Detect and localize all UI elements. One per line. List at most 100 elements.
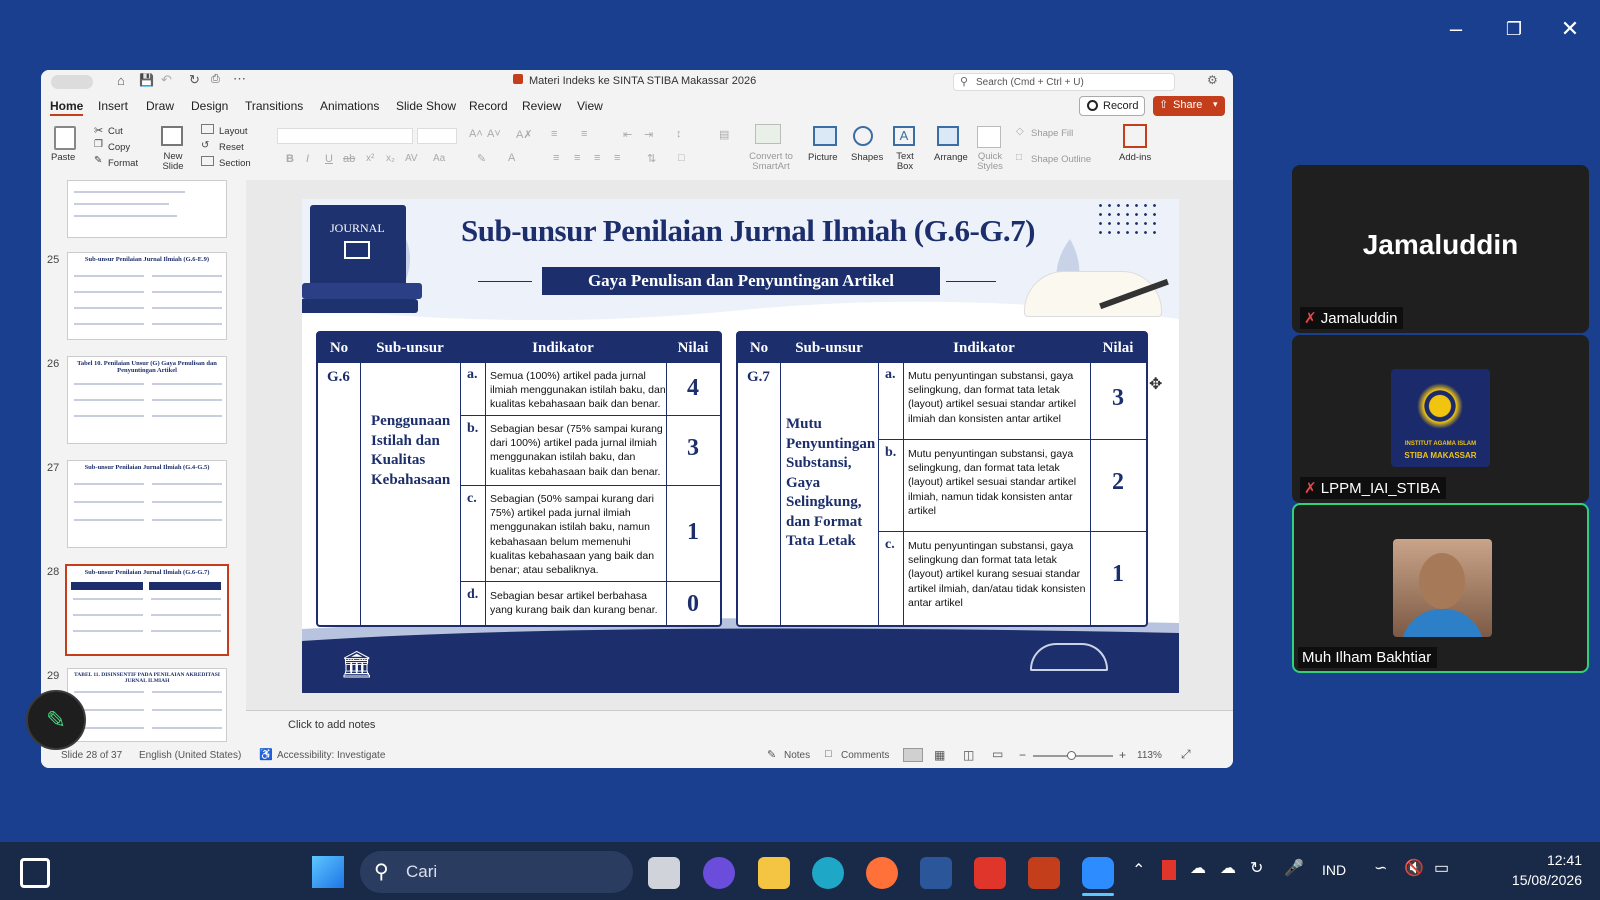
firefox-icon[interactable] bbox=[866, 857, 898, 889]
refresh-icon[interactable]: ↻ bbox=[1250, 858, 1263, 878]
tab-design[interactable]: Design bbox=[191, 99, 228, 113]
text-direction-icon[interactable]: ⇅ bbox=[647, 152, 656, 165]
new-slide-label[interactable]: New Slide bbox=[157, 152, 189, 172]
smartart-icon[interactable] bbox=[755, 124, 781, 144]
cut-icon[interactable]: ✂ bbox=[94, 124, 103, 137]
taskbar-search[interactable]: ⚲ Cari bbox=[360, 851, 633, 893]
slide-thumbnail-24[interactable] bbox=[67, 180, 227, 238]
superscript-icon[interactable]: x² bbox=[366, 153, 374, 164]
font-size-select[interactable] bbox=[417, 128, 457, 144]
battery-icon[interactable]: ▭ bbox=[1434, 858, 1449, 878]
clock-time[interactable]: 12:41 bbox=[1492, 852, 1582, 868]
zoom-level[interactable]: 113% bbox=[1137, 750, 1162, 761]
cut-label[interactable]: Cut bbox=[108, 126, 123, 137]
shapes-label[interactable]: Shapes bbox=[851, 152, 883, 163]
more-icon[interactable]: ⋯ bbox=[233, 71, 246, 87]
zoom-out-icon[interactable]: − bbox=[1019, 748, 1026, 762]
subscript-icon[interactable]: x₂ bbox=[386, 153, 395, 164]
tab-slide-show[interactable]: Slide Show bbox=[396, 99, 456, 113]
convert-smartart-label[interactable]: Convert to SmartArt bbox=[745, 152, 797, 172]
bold-icon[interactable]: B bbox=[286, 153, 294, 165]
language-status[interactable]: English (United States) bbox=[139, 750, 241, 761]
accessibility-status[interactable]: Accessibility: Investigate bbox=[277, 750, 385, 761]
search-box[interactable]: ⚲ Search (Cmd + Ctrl + U) bbox=[953, 73, 1175, 91]
slide-sorter-icon[interactable]: ▦ bbox=[934, 748, 945, 762]
slide-thumbnail-28-selected[interactable]: Sub-unsur Penilaian Jurnal Ilmiah (G.6-G… bbox=[65, 564, 229, 656]
grow-font-icon[interactable]: A˄ bbox=[469, 128, 483, 140]
highlight-icon[interactable]: ✎ bbox=[477, 152, 486, 165]
cloud-sync-icon[interactable]: ☁ bbox=[1220, 858, 1236, 878]
notes-placeholder[interactable]: Click to add notes bbox=[288, 719, 375, 731]
shape-outline-label[interactable]: Shape Outline bbox=[1031, 154, 1091, 165]
notes-button[interactable]: Notes bbox=[784, 750, 810, 761]
copy-icon[interactable]: ❐ bbox=[94, 139, 103, 150]
clock-date[interactable]: 15/08/2026 bbox=[1482, 872, 1582, 888]
quick-styles-label[interactable]: Quick Styles bbox=[975, 152, 1005, 172]
print-icon[interactable]: ⎙ bbox=[211, 73, 220, 86]
home-icon[interactable]: ⌂ bbox=[117, 73, 125, 88]
onedrive-icon[interactable]: ☁ bbox=[1190, 858, 1206, 878]
paste-icon[interactable] bbox=[54, 126, 76, 150]
slideshow-icon[interactable]: ▭ bbox=[992, 747, 1003, 761]
account-icon[interactable]: ⚙ bbox=[1207, 73, 1218, 87]
zoom-active-tile[interactable]: Muh Ilham Bakhtiar bbox=[1292, 503, 1589, 673]
format-label[interactable]: Format bbox=[108, 158, 138, 169]
picture-label[interactable]: Picture bbox=[808, 152, 838, 163]
section-icon[interactable] bbox=[201, 156, 214, 166]
tab-insert[interactable]: Insert bbox=[98, 99, 128, 113]
copy-label[interactable]: Copy bbox=[108, 142, 130, 153]
chevron-up-icon[interactable]: ⌃ bbox=[1132, 860, 1145, 880]
align-left-icon[interactable]: ≡ bbox=[553, 152, 559, 164]
change-case-icon[interactable]: Aa bbox=[433, 153, 445, 164]
restore-button[interactable]: ❐ bbox=[1496, 14, 1532, 44]
tab-draw[interactable]: Draw bbox=[146, 99, 174, 113]
powerpoint-icon[interactable] bbox=[1028, 857, 1060, 889]
bullets-icon[interactable]: ≡ bbox=[551, 128, 557, 140]
italic-icon[interactable]: I bbox=[306, 153, 309, 165]
format-painter-icon[interactable]: ✎ bbox=[94, 155, 102, 166]
slide-thumbnail-29[interactable]: TABEL 11. DISINSENTIF PADA PENILAIAN AKR… bbox=[67, 668, 227, 742]
fit-slide-icon[interactable]: ⤢ bbox=[1181, 747, 1191, 762]
zoom-participant-tile[interactable]: INSTITUT AGAMA ISLAM STIBA MAKASSAR ✗ LP… bbox=[1292, 335, 1589, 503]
text-box-icon[interactable]: A bbox=[893, 126, 915, 146]
zoom-in-icon[interactable]: + bbox=[1119, 748, 1126, 762]
increase-indent-icon[interactable]: ⇥ bbox=[644, 128, 653, 141]
input-language[interactable]: IND bbox=[1322, 862, 1346, 878]
align-center-icon[interactable]: ≡ bbox=[574, 152, 580, 164]
font-color-icon[interactable]: A bbox=[508, 152, 515, 164]
shape-fill-label[interactable]: Shape Fill bbox=[1031, 128, 1073, 139]
arrange-label[interactable]: Arrange bbox=[934, 152, 968, 163]
picture-icon[interactable] bbox=[813, 126, 837, 146]
share-button[interactable]: ⇧ Share ▾ bbox=[1153, 96, 1225, 116]
comments-button[interactable]: Comments bbox=[841, 750, 889, 761]
record-button[interactable]: Record bbox=[1079, 96, 1145, 116]
tab-animations[interactable]: Animations bbox=[320, 99, 379, 113]
quick-styles-icon[interactable] bbox=[977, 126, 1001, 148]
teams-icon[interactable] bbox=[703, 857, 735, 889]
layout-label[interactable]: Layout bbox=[219, 126, 248, 137]
reading-view-icon[interactable]: ◫ bbox=[963, 748, 974, 762]
tab-record[interactable]: Record bbox=[469, 99, 508, 113]
reset-icon[interactable]: ↺ bbox=[201, 140, 209, 151]
zoom-speaker-tile[interactable]: Jamaluddin ✗ Jamaluddin bbox=[1292, 165, 1589, 333]
line-spacing-icon[interactable]: ↕ bbox=[676, 128, 682, 140]
word-icon[interactable] bbox=[920, 857, 952, 889]
start-icon[interactable] bbox=[312, 856, 344, 888]
char-spacing-icon[interactable]: AV bbox=[405, 153, 418, 164]
edge-icon[interactable] bbox=[812, 857, 844, 889]
text-box-label[interactable]: Text Box bbox=[891, 152, 919, 172]
slide-thumbnail-25[interactable]: Sub-unsur Penilaian Jurnal Ilmiah (G.6-E… bbox=[67, 252, 227, 340]
tab-home[interactable]: Home bbox=[50, 99, 84, 116]
reset-label[interactable]: Reset bbox=[219, 142, 244, 153]
zoom-slider-handle[interactable] bbox=[1067, 751, 1076, 760]
justify-icon[interactable]: ≡ bbox=[614, 152, 620, 164]
widgets-icon[interactable] bbox=[20, 858, 50, 888]
normal-view-icon[interactable] bbox=[903, 748, 923, 762]
align-right-icon[interactable]: ≡ bbox=[594, 152, 600, 164]
file-explorer-icon[interactable] bbox=[758, 857, 790, 889]
strikethrough-icon[interactable]: ab bbox=[343, 153, 355, 165]
clear-format-icon[interactable]: A✗ bbox=[516, 128, 533, 141]
microphone-icon[interactable]: 🎤 bbox=[1284, 858, 1304, 878]
minimize-button[interactable]: – bbox=[1438, 14, 1474, 44]
addins-label[interactable]: Add-ins bbox=[1119, 152, 1151, 163]
